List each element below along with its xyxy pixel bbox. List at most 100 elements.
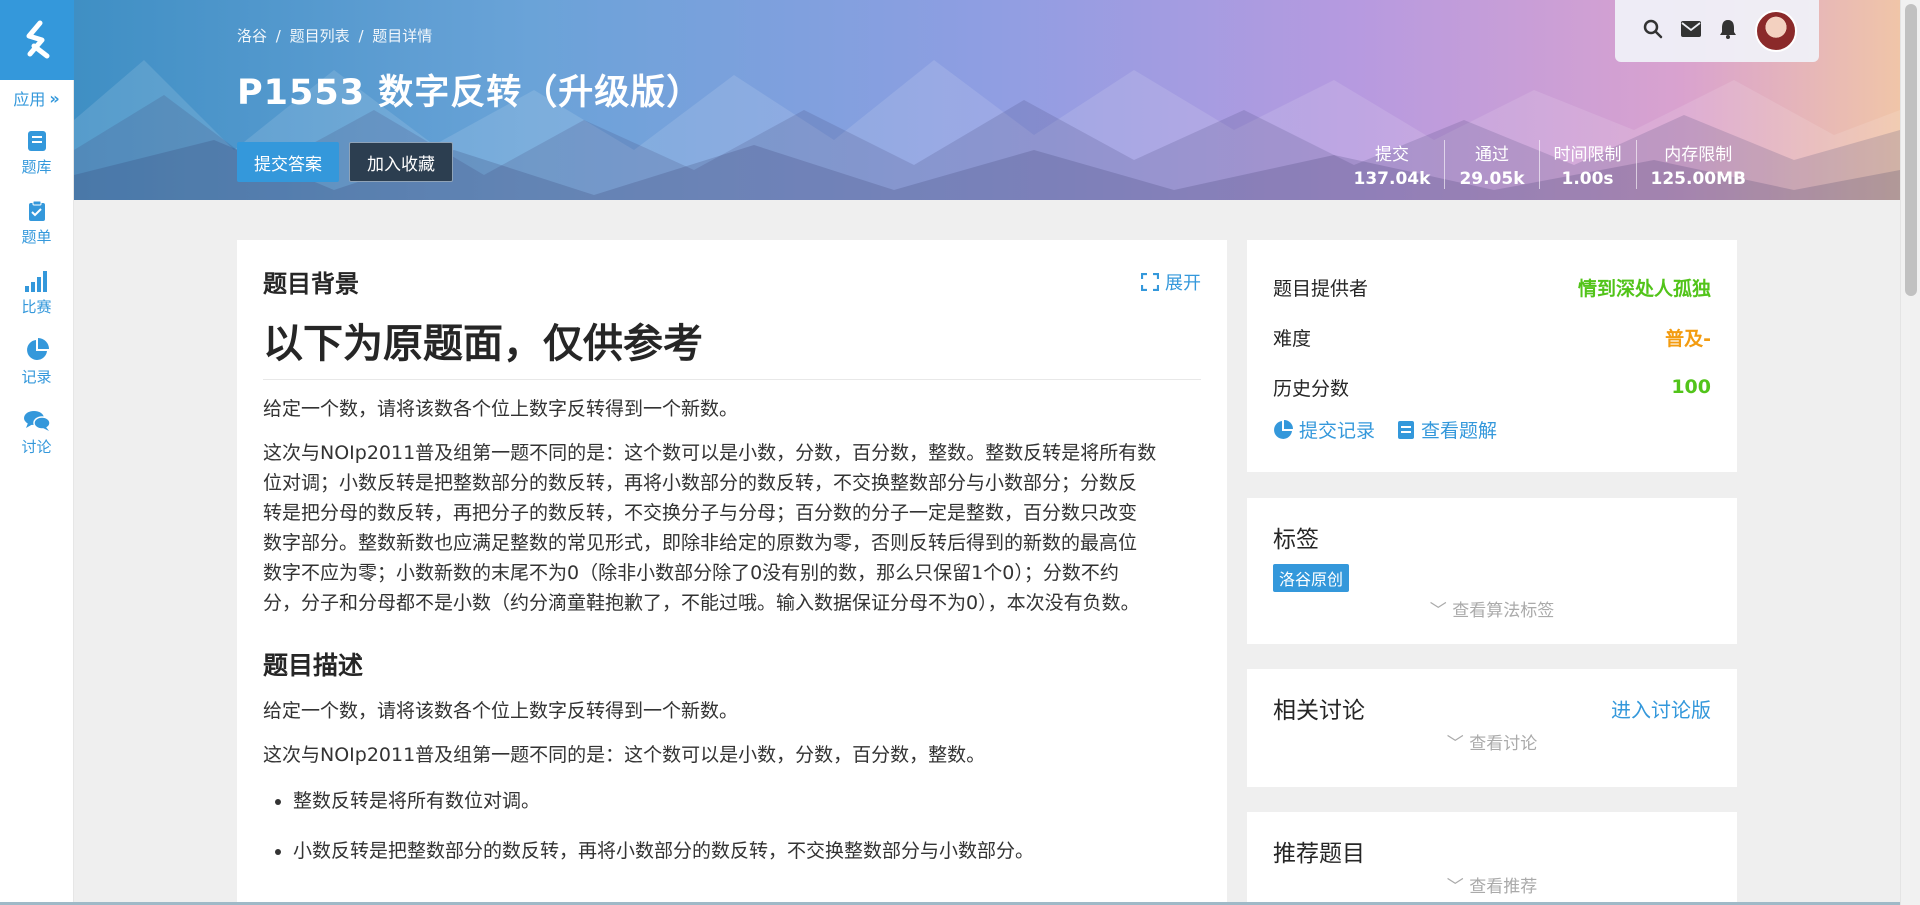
description-list: 整数反转是将所有数位对调。 小数反转是把整数部分的数反转，再将小数部分的数反转，… [263, 786, 1201, 866]
breadcrumb-problem-list[interactable]: 题目列表 [290, 27, 350, 45]
provider-value[interactable]: 情到深处人孤独 [1578, 274, 1711, 301]
book-icon [1398, 420, 1415, 439]
breadcrumb-separator: / [358, 27, 364, 45]
stat-label: 内存限制 [1664, 145, 1733, 165]
luogu-logo[interactable] [0, 0, 74, 80]
sidebar-item-contests[interactable]: 比赛 [0, 256, 73, 326]
sidebar-item-records[interactable]: 记录 [0, 326, 73, 396]
header-actions: 提交答案 加入收藏 [237, 142, 453, 182]
bell-icon[interactable] [1719, 19, 1737, 43]
stat-value: 137.04k [1353, 169, 1431, 189]
page-scrollbar[interactable] [1900, 0, 1920, 905]
sidebar-item-label: 题单 [21, 227, 52, 246]
scrollbar-thumb[interactable] [1905, 4, 1917, 296]
submission-records-link[interactable]: 提交记录 [1273, 416, 1375, 443]
stat-submissions: 提交 137.04k [1340, 140, 1445, 189]
stat-value: 125.00MB [1650, 169, 1746, 189]
view-solutions-link[interactable]: 查看题解 [1397, 416, 1497, 443]
sidebar-item-discussions[interactable]: 讨论 [0, 396, 73, 466]
score-value: 100 [1671, 376, 1711, 398]
problem-info-card: 题目提供者 情到深处人孤独 难度 普及- 历史分数 100 提交记录 查看题解 [1247, 240, 1737, 472]
chevron-down-icon: ﹀ [1446, 877, 1464, 897]
stat-label: 提交 [1374, 145, 1409, 165]
breadcrumb-current: 题目详情 [372, 27, 433, 45]
user-toolbar [1615, 0, 1819, 62]
bar-chart-icon [24, 266, 50, 292]
chevron-down-icon: ﹀ [1446, 734, 1464, 754]
original-statement-heading: 以下为原题面，仅供参考 [263, 311, 1201, 380]
expand-label: 展开 [1165, 272, 1201, 294]
stat-memory-limit: 内存限制 125.00MB [1635, 140, 1760, 189]
background-paragraph: 给定一个数，请将该数各个位上数字反转得到一个新数。 [263, 398, 739, 420]
expand-icon [1141, 272, 1159, 291]
breadcrumb-home[interactable]: 洛谷 [237, 27, 267, 45]
info-links: 提交记录 查看题解 [1273, 416, 1711, 443]
breadcrumb: 洛谷 / 题目列表 / 题目详情 [237, 25, 436, 46]
app-menu-link[interactable]: 应用 » [0, 80, 73, 116]
stat-label: 时间限制 [1553, 145, 1622, 165]
show-recommendations-label: 查看推荐 [1469, 877, 1538, 897]
difficulty-row: 难度 普及- [1273, 312, 1711, 362]
tags-card: 标签 洛谷原创 ﹀ 查看算法标签 [1247, 498, 1737, 644]
description-paragraph: 这次与NOIp2011普及组第一题不同的是：这个数可以是小数，分数，百分数，整数… [263, 744, 986, 766]
clipboard-icon [28, 196, 46, 222]
section-title-description: 题目描述 [263, 651, 364, 680]
mail-icon[interactable] [1681, 21, 1701, 41]
sidebar-item-problem-lists[interactable]: 题单 [0, 186, 73, 256]
submit-answer-button[interactable]: 提交答案 [237, 142, 339, 182]
provider-row: 题目提供者 情到深处人孤独 [1273, 262, 1711, 312]
list-item: 小数反转是把整数部分的数反转，再将小数部分的数反转，不交换整数部分与小数部分。 [293, 836, 1201, 866]
background-detail-paragraph: 这次与NOIp2011普及组第一题不同的是：这个数可以是小数，分数，百分数，整数… [263, 438, 1201, 618]
stat-label: 通过 [1474, 145, 1509, 165]
paragraph-line: 分，分子和分母都不是小数（约分滴童鞋抱歉了，不能过哦。输入数据保证分母不为0），… [263, 592, 1140, 614]
tags-title: 标签 [1273, 527, 1319, 553]
stat-value: 1.00s [1561, 169, 1614, 189]
stat-value: 29.05k [1459, 169, 1525, 189]
submission-records-label: 提交记录 [1299, 420, 1376, 442]
sidebar-item-label: 记录 [21, 367, 52, 386]
sidebar-item-label: 题库 [21, 157, 52, 176]
breadcrumb-separator: / [275, 27, 281, 45]
score-row: 历史分数 100 [1273, 362, 1711, 412]
description-paragraph: 给定一个数，请将该数各个位上数字反转得到一个新数。 [263, 700, 739, 722]
page-title: P1553 数字反转（升级版） [237, 73, 703, 113]
app-label: 应用 [13, 90, 46, 109]
problem-content: 题目背景 展开 以下为原题面，仅供参考 给定一个数，请将该数各个位上数字反转得到… [237, 240, 1227, 905]
stat-accepted: 通过 29.05k [1444, 140, 1538, 189]
show-algorithm-tags-label: 查看算法标签 [1452, 601, 1555, 621]
paragraph-line: 位对调；小数反转是把整数部分的数反转，再将小数部分的数反转，不交换整数部分与小数… [263, 472, 1138, 494]
section-title-background: 题目背景 [263, 270, 359, 298]
sidebar-item-label: 比赛 [21, 297, 52, 316]
recommend-card: 推荐题目 ﹀ 查看推荐 [1247, 812, 1737, 905]
difficulty-label: 难度 [1273, 327, 1312, 350]
provider-label: 题目提供者 [1273, 277, 1369, 300]
avatar[interactable] [1755, 10, 1797, 52]
double-chevron-right-icon: » [49, 88, 60, 108]
book-icon [27, 126, 47, 152]
paragraph-line: 数字部分。整数新数也应满足整数的常见形式，即除非给定的原数为零，否则反转后得到的… [263, 532, 1138, 554]
enter-discussion-link[interactable]: 进入讨论版 [1611, 694, 1711, 723]
sidebar-item-label: 讨论 [21, 437, 52, 456]
add-favorite-button[interactable]: 加入收藏 [349, 142, 453, 182]
show-discussions[interactable]: ﹀ 查看讨论 [1273, 729, 1711, 754]
show-recommendations[interactable]: ﹀ 查看推荐 [1273, 872, 1711, 897]
recommend-title: 推荐题目 [1273, 841, 1365, 867]
show-discussions-label: 查看讨论 [1469, 734, 1538, 754]
tag-badge[interactable]: 洛谷原创 [1273, 564, 1350, 592]
score-label: 历史分数 [1273, 377, 1350, 400]
expand-button[interactable]: 展开 [1141, 269, 1201, 295]
view-solutions-label: 查看题解 [1421, 420, 1498, 442]
chevron-down-icon: ﹀ [1429, 601, 1447, 621]
chat-icon [23, 406, 50, 432]
search-icon[interactable] [1643, 19, 1663, 43]
pie-chart-icon [25, 336, 49, 362]
sidebar: 应用 » 题库 题单 比赛 记录 讨论 [0, 0, 74, 905]
list-item: 整数反转是将所有数位对调。 [293, 786, 1201, 816]
difficulty-value: 普及- [1665, 327, 1711, 350]
sidebar-item-problems[interactable]: 题库 [0, 116, 73, 186]
paragraph-line: 转是把分母的数反转，再把分子的数反转，不交换分子与分母；百分数的分子一定是整数，… [263, 502, 1138, 524]
logo-icon [26, 20, 50, 59]
pie-chart-icon [1274, 419, 1293, 439]
show-algorithm-tags[interactable]: ﹀ 查看算法标签 [1273, 596, 1711, 621]
paragraph-line: 这次与NOIp2011普及组第一题不同的是：这个数可以是小数，分数，百分数，整数… [263, 442, 1157, 464]
